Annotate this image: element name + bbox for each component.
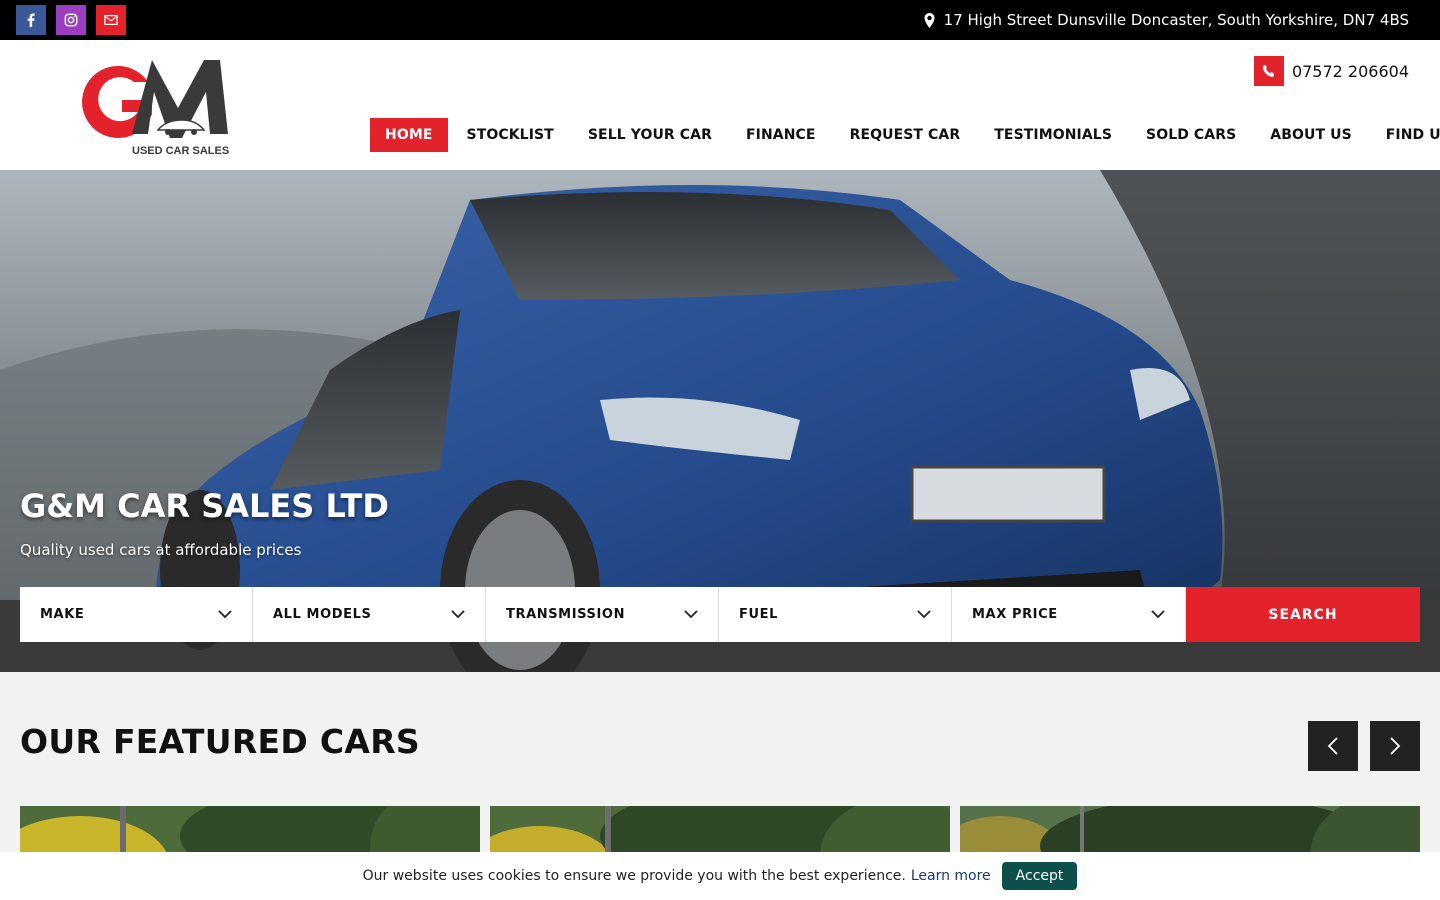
transmission-select-label: TRANSMISSION	[506, 607, 626, 622]
accept-cookies-button[interactable]: Accept	[1001, 862, 1078, 890]
cookie-banner: Our website uses cookies to ensure we pr…	[0, 852, 1440, 900]
chevron-right-icon	[1390, 737, 1401, 755]
nav-about-us[interactable]: ABOUT US	[1253, 118, 1368, 152]
make-select-label: MAKE	[40, 607, 85, 622]
search-button[interactable]: SEARCH	[1186, 587, 1420, 642]
model-select-label: ALL MODELS	[273, 607, 372, 622]
nav-request-car[interactable]: REQUEST CAR	[833, 118, 978, 152]
learn-more-link[interactable]: Learn more	[911, 868, 991, 884]
fuel-select[interactable]: FUEL	[719, 587, 952, 642]
phone-icon	[1253, 56, 1284, 86]
top-bar: 17 High Street Dunsville Doncaster, Sout…	[0, 0, 1440, 40]
chevron-left-icon	[1327, 737, 1338, 755]
transmission-select[interactable]: TRANSMISSION	[486, 587, 719, 642]
facebook-icon[interactable]	[16, 5, 46, 35]
nav-sell-your-car[interactable]: SELL YOUR CAR	[571, 118, 729, 152]
nav-sold-cars[interactable]: SOLD CARS	[1129, 118, 1253, 152]
hero-title: G&M CAR SALES LTD	[20, 487, 389, 525]
site-header: USED CAR SALES LTD 07572 206604 HOME STO…	[0, 40, 1440, 170]
phone-number: 07572 206604	[1291, 61, 1409, 81]
chevron-down-icon	[451, 610, 465, 619]
nav-testimonials[interactable]: TESTIMONIALS	[977, 118, 1129, 152]
chevron-down-icon	[218, 610, 232, 619]
chevron-down-icon	[684, 610, 698, 619]
instagram-icon[interactable]	[56, 5, 86, 35]
address: 17 High Street Dunsville Doncaster, Sout…	[924, 0, 1409, 40]
hero-banner: G&M CAR SALES LTD Quality used cars at a…	[0, 170, 1440, 672]
phone-contact[interactable]: 07572 206604	[1253, 56, 1409, 86]
nav-finance[interactable]: FINANCE	[729, 118, 833, 152]
site-logo[interactable]: USED CAR SALES LTD	[70, 48, 253, 160]
nav-home[interactable]: HOME	[370, 118, 448, 152]
fuel-select-label: FUEL	[739, 607, 779, 622]
max-price-select-label: MAX PRICE	[972, 607, 1058, 622]
nav-stocklist[interactable]: STOCKLIST	[450, 118, 571, 152]
carousel-prev-button[interactable]	[1308, 721, 1358, 771]
model-select[interactable]: ALL MODELS	[253, 587, 486, 642]
chevron-down-icon	[1151, 610, 1165, 619]
chevron-down-icon	[917, 610, 931, 619]
make-select[interactable]: MAKE	[20, 587, 253, 642]
featured-cars-title: OUR FEATURED CARS	[20, 722, 420, 761]
map-pin-icon	[924, 12, 935, 28]
email-icon[interactable]	[96, 5, 126, 35]
hero-subtitle: Quality used cars at affordable prices	[20, 541, 302, 559]
max-price-select[interactable]: MAX PRICE	[952, 587, 1186, 642]
vehicle-search-bar: MAKE ALL MODELS TRANSMISSION FUEL MAX PR…	[20, 587, 1420, 642]
address-text: 17 High Street Dunsville Doncaster, Sout…	[943, 11, 1409, 29]
cookie-message: Our website uses cookies to ensure we pr…	[362, 868, 906, 884]
nav-find-us[interactable]: FIND US	[1369, 118, 1440, 152]
carousel-next-button[interactable]	[1370, 721, 1420, 771]
main-nav: HOME STOCKLIST SELL YOUR CAR FINANCE REQ…	[370, 118, 1440, 152]
svg-text:USED CAR SALES LTD: USED CAR SALES LTD	[132, 145, 232, 157]
